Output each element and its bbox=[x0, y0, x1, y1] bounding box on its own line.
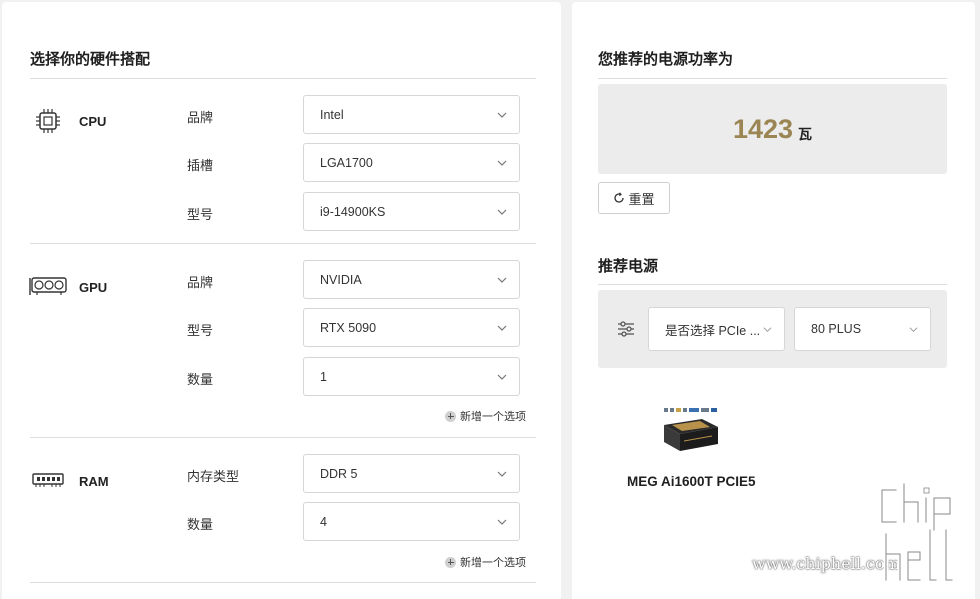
select-value: RTX 5090 bbox=[320, 320, 377, 335]
field-label-gpu-count: 数量 bbox=[187, 372, 214, 387]
cpu-socket-select[interactable]: LGA1700 bbox=[303, 143, 520, 182]
section-name-gpu: GPU bbox=[79, 280, 108, 295]
graphics-card-icon bbox=[28, 271, 70, 301]
ram-type-select[interactable]: DDR 5 bbox=[303, 454, 520, 493]
field-label-ram-count: 数量 bbox=[187, 517, 214, 532]
divider bbox=[30, 243, 536, 244]
80plus-filter-select[interactable]: 80 PLUS bbox=[794, 307, 931, 351]
add-circle-icon bbox=[445, 556, 456, 568]
gpu-brand-select[interactable]: NVIDIA bbox=[303, 260, 520, 299]
filter-sliders-icon[interactable] bbox=[616, 319, 636, 339]
chevron-down-icon bbox=[497, 325, 507, 331]
reset-label: 重置 bbox=[628, 191, 655, 207]
ram-count-select[interactable]: 4 bbox=[303, 502, 520, 541]
gpu-model-select[interactable]: RTX 5090 bbox=[303, 308, 520, 347]
filter-bar: 是否选择 PCIe ... 80 PLUS bbox=[598, 290, 947, 368]
chevron-down-icon bbox=[497, 374, 507, 380]
gpu-count-select[interactable]: 1 bbox=[303, 357, 520, 396]
refresh-icon bbox=[614, 192, 625, 203]
divider bbox=[598, 284, 947, 285]
wattage-value: 1423 bbox=[732, 113, 794, 144]
pcie-filter-select[interactable]: 是否选择 PCIe ... bbox=[648, 307, 785, 351]
add-circle-icon bbox=[445, 410, 456, 422]
memory-stick-icon bbox=[30, 465, 66, 495]
add-option-label: 新增一个选项 bbox=[460, 557, 526, 569]
section-name-ram: RAM bbox=[79, 474, 109, 489]
field-label-gpu-model: 型号 bbox=[187, 323, 214, 338]
chevron-down-icon bbox=[497, 112, 507, 118]
field-label-ram-type: 内存类型 bbox=[187, 469, 240, 484]
select-value: 1 bbox=[320, 369, 327, 384]
ram-add-option-button[interactable]: 新增一个选项 bbox=[445, 554, 526, 570]
psu-product-image[interactable] bbox=[660, 407, 722, 457]
chevron-down-icon bbox=[497, 277, 507, 283]
chiphell-watermark-logo bbox=[876, 480, 976, 592]
field-label-gpu-brand: 品牌 bbox=[187, 275, 214, 290]
divider bbox=[30, 437, 536, 438]
chevron-down-icon bbox=[909, 327, 918, 333]
section-name-cpu: CPU bbox=[79, 114, 107, 129]
select-value: Intel bbox=[320, 107, 344, 122]
chevron-down-icon bbox=[497, 209, 507, 215]
hardware-selection-panel: 选择你的硬件搭配 CPU 品牌 Intel 插槽 LGA1700 型号 i9-1… bbox=[2, 2, 561, 599]
chevron-down-icon bbox=[497, 160, 507, 166]
field-label-cpu-socket: 插槽 bbox=[187, 158, 214, 173]
recommended-wattage-title: 您推荐的电源功率为 bbox=[598, 51, 734, 68]
select-value: DDR 5 bbox=[320, 466, 358, 481]
field-label-cpu-brand: 品牌 bbox=[187, 110, 214, 125]
wattage-display: 1423 瓦 bbox=[598, 84, 947, 174]
chevron-down-icon bbox=[763, 327, 772, 333]
select-value: 4 bbox=[320, 514, 327, 529]
cpu-chip-icon bbox=[30, 106, 66, 136]
select-value: NVIDIA bbox=[320, 272, 362, 287]
psu-product-name[interactable]: MEG Ai1600T PCIE5 bbox=[627, 474, 756, 489]
divider bbox=[30, 582, 536, 583]
hardware-selection-title: 选择你的硬件搭配 bbox=[30, 51, 151, 68]
select-value: i9-14900KS bbox=[320, 204, 386, 219]
divider bbox=[30, 78, 536, 79]
select-value: LGA1700 bbox=[320, 155, 373, 170]
select-value: 80 PLUS bbox=[811, 322, 862, 336]
add-option-label: 新增一个选项 bbox=[460, 411, 526, 423]
wattage-unit: 瓦 bbox=[798, 126, 813, 142]
field-label-cpu-model: 型号 bbox=[187, 207, 214, 222]
recommended-psu-title: 推荐电源 bbox=[598, 258, 659, 275]
chevron-down-icon bbox=[497, 519, 507, 525]
cpu-model-select[interactable]: i9-14900KS bbox=[303, 192, 520, 231]
reset-button[interactable]: 重置 bbox=[598, 182, 670, 214]
gpu-add-option-button[interactable]: 新增一个选项 bbox=[445, 408, 526, 424]
chevron-down-icon bbox=[497, 471, 507, 477]
cpu-brand-select[interactable]: Intel bbox=[303, 95, 520, 134]
select-value: 是否选择 PCIe ... bbox=[665, 323, 761, 338]
divider bbox=[598, 78, 947, 79]
